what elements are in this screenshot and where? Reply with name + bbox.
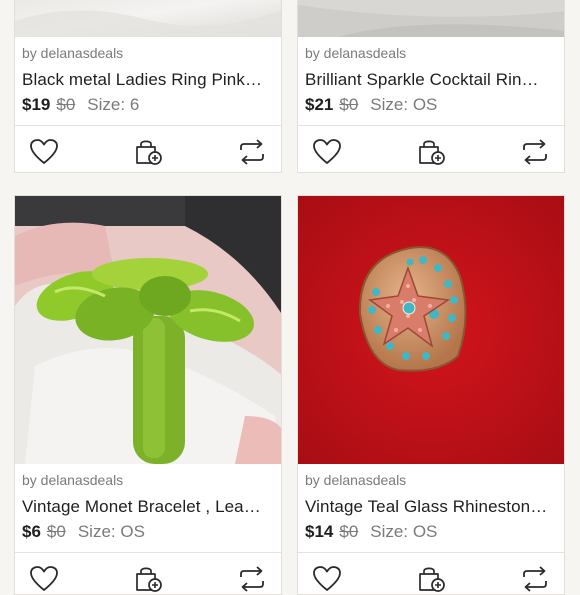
heart-icon[interactable] <box>29 138 59 166</box>
share-repost-icon[interactable] <box>520 138 550 166</box>
price-line: $14 $0 Size: OS <box>305 522 437 542</box>
size-label: Size: 6 <box>87 95 140 114</box>
seller-name[interactable]: by delanasdeals <box>22 472 123 488</box>
price-line: $6 $0 Size: OS <box>22 522 145 542</box>
listing-image[interactable] <box>298 196 564 464</box>
listing-card[interactable]: by delanasdeals Vintage Teal Glass Rhine… <box>297 195 565 595</box>
shopping-bag-plus-icon[interactable] <box>417 565 447 593</box>
seller-name[interactable]: by delanasdeals <box>305 472 406 488</box>
size-label: Size: OS <box>77 522 145 541</box>
heart-icon[interactable] <box>312 138 342 166</box>
listing-image[interactable] <box>15 196 281 464</box>
listing-title[interactable]: Brilliant Sparkle Cocktail Rin… <box>305 70 557 90</box>
original-price: $0 <box>339 522 359 541</box>
seller-name[interactable]: by delanasdeals <box>305 45 406 61</box>
share-repost-icon[interactable] <box>237 565 267 593</box>
action-bar <box>15 126 281 172</box>
original-price: $0 <box>56 95 76 114</box>
price: $6 <box>22 522 41 541</box>
price: $19 <box>22 95 51 114</box>
size-label: Size: OS <box>370 522 438 541</box>
price-line: $21 $0 Size: OS <box>305 95 437 115</box>
heart-icon[interactable] <box>29 565 59 593</box>
shopping-bag-plus-icon[interactable] <box>417 138 447 166</box>
share-repost-icon[interactable] <box>520 565 550 593</box>
original-price: $0 <box>339 95 359 114</box>
listing-card[interactable]: by delanasdeals Vintage Monet Bracelet ,… <box>14 195 282 595</box>
price: $21 <box>305 95 334 114</box>
price: $14 <box>305 522 334 541</box>
listing-title[interactable]: Vintage Teal Glass Rhineston… <box>305 497 557 517</box>
listing-card[interactable]: by delanasdeals Black metal Ladies Ring … <box>14 0 282 173</box>
action-bar <box>15 553 281 594</box>
original-price: $0 <box>46 522 66 541</box>
seller-name[interactable]: by delanasdeals <box>22 45 123 61</box>
action-bar <box>298 126 564 172</box>
action-bar <box>298 553 564 594</box>
listing-title[interactable]: Black metal Ladies Ring Pink… <box>22 70 274 90</box>
price-line: $19 $0 Size: 6 <box>22 95 139 115</box>
listing-image[interactable] <box>298 0 564 37</box>
shopping-bag-plus-icon[interactable] <box>134 565 164 593</box>
shopping-bag-plus-icon[interactable] <box>134 138 164 166</box>
heart-icon[interactable] <box>312 565 342 593</box>
listing-card[interactable]: by delanasdeals Brilliant Sparkle Cockta… <box>297 0 565 173</box>
size-label: Size: OS <box>370 95 438 114</box>
listing-title[interactable]: Vintage Monet Bracelet , Lea… <box>22 497 274 517</box>
share-repost-icon[interactable] <box>237 138 267 166</box>
listing-image[interactable] <box>15 0 281 37</box>
listing-grid: by delanasdeals Black metal Ladies Ring … <box>0 0 580 595</box>
